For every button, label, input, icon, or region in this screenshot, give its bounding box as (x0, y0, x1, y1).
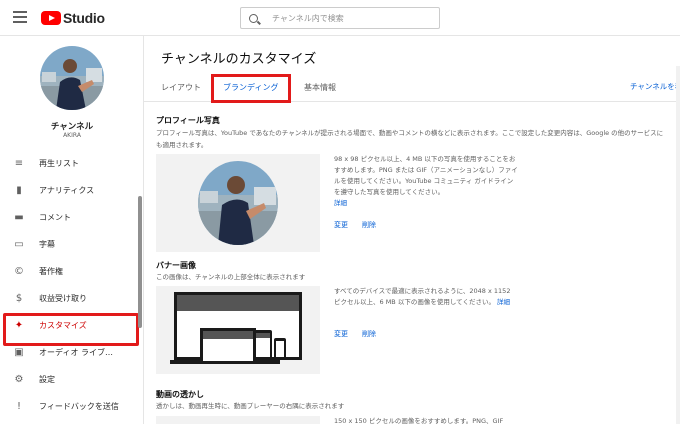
menu-icon[interactable] (13, 11, 27, 23)
sidebar-item-copyright[interactable]: © 著作権 (0, 258, 144, 285)
profile-photo (198, 161, 278, 245)
sidebar-item-comments[interactable]: ▬ コメント (0, 204, 144, 231)
profile-detail-link[interactable]: 詳細 (334, 198, 518, 209)
feedback-icon: ! (16, 401, 21, 412)
tab-basic-info[interactable]: 基本情報 (304, 82, 336, 93)
banner-info: すべてのデバイスで最適に表示されるように、2048 x 1152 ピクセル以上、… (334, 286, 518, 308)
top-bar: Studio (0, 0, 680, 36)
sidebar-item-label: コメント (39, 213, 71, 222)
audio-library-icon: ▣ (14, 347, 24, 358)
banner-section-title: バナー画像 (156, 261, 196, 270)
sidebar-item-label: 字幕 (39, 240, 55, 249)
watermark-section-title: 動画の透かし (156, 390, 204, 399)
sidebar-item-label: カスタマイズ (39, 321, 87, 330)
profile-actions: 変更 削除 (334, 220, 376, 230)
sidebar-item-label: アナリティクス (39, 186, 95, 195)
sidebar-item-settings[interactable]: ⚙ 設定 (0, 366, 144, 393)
banner-detail-link[interactable]: 詳細 (497, 298, 510, 306)
search-box[interactable] (240, 7, 440, 29)
profile-delete-button[interactable]: 削除 (362, 220, 376, 230)
playlist-icon: ≡ (14, 158, 24, 169)
watermark-info: 150 x 150 ピクセルの画像をおすすめします。PNG、GIF (334, 417, 504, 424)
sidebar-item-label: 収益受け取り (39, 294, 87, 303)
subtitles-icon: ▭ (14, 239, 24, 250)
banner-devices-illustration (170, 292, 302, 364)
profile-change-button[interactable]: 変更 (334, 220, 348, 230)
banner-change-button[interactable]: 変更 (334, 329, 348, 339)
logo-text: Studio (63, 10, 105, 26)
sidebar-bottom-nav: ⚙ 設定 ! フィードバックを送信 (0, 366, 144, 420)
sidebar-item-monetization[interactable]: $ 収益受け取り (0, 285, 144, 312)
dollar-icon: $ (15, 293, 23, 304)
profile-section-desc: プロフィール写真は、YouTube であなたのチャンネルが提示される場面で、動画… (156, 129, 664, 149)
sidebar-item-label: 再生リスト (39, 159, 79, 168)
sidebar-item-label: オーディオ ライブ… (39, 348, 113, 357)
analytics-icon: ▮ (16, 185, 22, 196)
view-channel-link[interactable]: チャンネルを表 (630, 81, 680, 92)
search-icon (249, 13, 258, 23)
youtube-play-icon (41, 11, 61, 25)
sidebar-item-subtitles[interactable]: ▭ 字幕 (0, 231, 144, 258)
main-content: チャンネルのカスタマイズ レイアウト ブランディング 基本情報 チャンネルを表 … (144, 36, 680, 424)
channel-name: チャンネル (50, 122, 94, 132)
channel-handle: AKIRA (63, 132, 81, 139)
search-input[interactable] (272, 13, 432, 23)
banner-actions: 変更 削除 (334, 329, 376, 339)
sidebar-item-label: フィードバックを送信 (39, 402, 119, 411)
profile-info-text: 98 x 98 ピクセル以上、4 MB 以下の写真を使用することをおすすめします… (334, 155, 518, 196)
tab-layout[interactable]: レイアウト (161, 82, 201, 93)
profile-section-title: プロフィール写真 (156, 116, 220, 125)
magic-wand-icon: ✦ (14, 320, 24, 331)
sidebar-scrollbar[interactable] (138, 196, 142, 328)
tab-bar: レイアウト ブランディング 基本情報 チャンネルを表 (144, 74, 680, 103)
banner-preview (156, 286, 320, 374)
sidebar-nav: ≡ 再生リスト ▮ アナリティクス ▬ コメント ▭ 字幕 © 著作権 $ 収益… (0, 150, 144, 366)
sidebar-item-label: 設定 (39, 375, 55, 384)
profile-info: 98 x 98 ピクセル以上、4 MB 以下の写真を使用することをおすすめします… (334, 154, 518, 209)
banner-section-desc: この画像は、チャンネルの上部全体に表示されます (156, 273, 306, 281)
sidebar-item-label: 著作権 (39, 267, 63, 276)
tab-highlight-box (211, 74, 291, 103)
studio-logo[interactable]: Studio (41, 9, 105, 27)
page-title: チャンネルのカスタマイズ (161, 52, 317, 67)
sidebar-item-customization[interactable]: ✦ カスタマイズ (0, 312, 144, 346)
main-scrollbar-track[interactable] (676, 66, 680, 424)
gear-icon: ⚙ (14, 374, 24, 385)
sidebar-item-playlists[interactable]: ≡ 再生リスト (0, 150, 144, 177)
sidebar-item-audio-library[interactable]: ▣ オーディオ ライブ… (0, 339, 144, 366)
sidebar-item-feedback[interactable]: ! フィードバックを送信 (0, 393, 144, 420)
banner-delete-button[interactable]: 削除 (362, 329, 376, 339)
sidebar: チャンネル AKIRA ≡ 再生リスト ▮ アナリティクス ▬ コメント ▭ 字… (0, 36, 144, 424)
watermark-preview (156, 416, 320, 424)
copyright-icon: © (14, 266, 24, 277)
sidebar-item-analytics[interactable]: ▮ アナリティクス (0, 177, 144, 204)
channel-avatar[interactable] (40, 46, 104, 110)
watermark-section-desc: 透かしは、動画再生時に、動画プレーヤーの右隅に表示されます (156, 402, 345, 410)
profile-preview (156, 154, 320, 252)
comment-icon: ▬ (14, 212, 24, 223)
banner-info-text: すべてのデバイスで最適に表示されるように、2048 x 1152 ピクセル以上、… (334, 287, 511, 306)
